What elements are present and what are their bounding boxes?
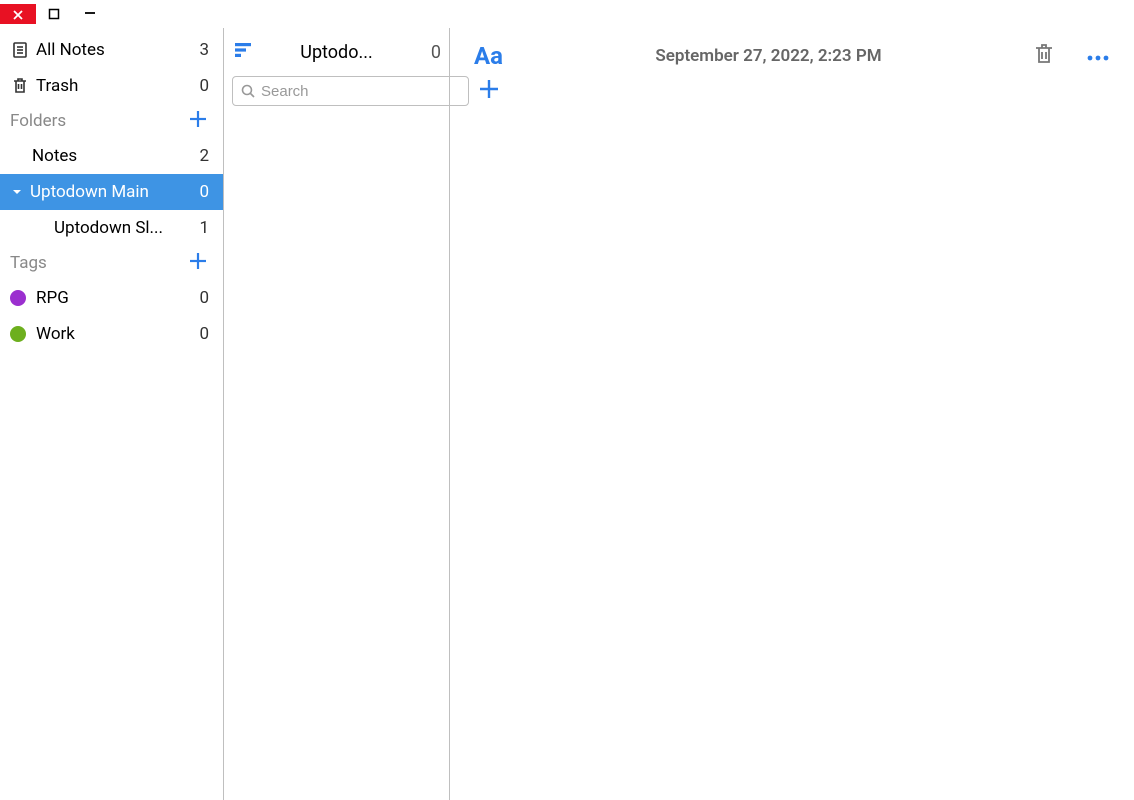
plus-icon bbox=[187, 108, 209, 134]
search-icon bbox=[241, 84, 255, 98]
folder-label: Uptodown Sl... bbox=[54, 218, 199, 238]
window-minimize-button[interactable] bbox=[72, 4, 108, 24]
notes-list-header: Uptodo... 0 bbox=[232, 32, 441, 72]
notes-list-count: 0 bbox=[419, 42, 441, 63]
note-detail-header: Aa September 27, 2022, 2:23 PM bbox=[474, 36, 1110, 76]
trash-icon bbox=[10, 77, 30, 95]
folder-count: 2 bbox=[199, 146, 209, 166]
sidebar-all-notes-label: All Notes bbox=[36, 40, 199, 60]
tags-header: Tags bbox=[0, 246, 223, 280]
window-maximize-button[interactable] bbox=[36, 4, 72, 24]
sidebar-trash[interactable]: Trash 0 bbox=[0, 68, 223, 104]
trash-icon bbox=[1034, 43, 1054, 69]
tag-count: 0 bbox=[199, 324, 209, 344]
maximize-icon bbox=[48, 5, 60, 24]
chevron-down-icon bbox=[8, 186, 26, 198]
tag-label: RPG bbox=[36, 288, 199, 308]
tag-color-dot bbox=[10, 326, 26, 342]
sidebar-tag-work[interactable]: Work 0 bbox=[0, 316, 223, 352]
folder-label: Uptodown Main bbox=[30, 182, 199, 202]
format-button[interactable]: Aa bbox=[474, 42, 503, 70]
more-horizontal-icon bbox=[1086, 47, 1110, 66]
search-box[interactable] bbox=[232, 76, 469, 106]
tags-header-label: Tags bbox=[10, 253, 47, 273]
notes-list-title: Uptodo... bbox=[262, 42, 411, 63]
sidebar-tag-rpg[interactable]: RPG 0 bbox=[0, 280, 223, 316]
tag-color-dot bbox=[10, 290, 26, 306]
sidebar-folder-uptodown-sl[interactable]: Uptodown Sl... 1 bbox=[0, 210, 223, 246]
close-icon bbox=[13, 5, 23, 24]
delete-note-button[interactable] bbox=[1034, 43, 1054, 69]
sidebar-folder-notes[interactable]: Notes 2 bbox=[0, 138, 223, 174]
window-controls bbox=[0, 0, 1134, 28]
sidebar: All Notes 3 Trash 0 Folders Notes 2 bbox=[0, 28, 224, 800]
folders-header-label: Folders bbox=[10, 111, 66, 131]
notes-list-column: Uptodo... 0 bbox=[224, 28, 450, 800]
window-close-button[interactable] bbox=[0, 4, 36, 24]
sidebar-all-notes-count: 3 bbox=[199, 40, 209, 60]
tag-count: 0 bbox=[199, 288, 209, 308]
note-date: September 27, 2022, 2:23 PM bbox=[503, 46, 1034, 66]
sort-button[interactable] bbox=[232, 42, 254, 62]
sidebar-all-notes[interactable]: All Notes 3 bbox=[0, 32, 223, 68]
note-detail: Aa September 27, 2022, 2:23 PM bbox=[450, 28, 1134, 800]
add-tag-button[interactable] bbox=[187, 250, 209, 276]
sidebar-trash-label: Trash bbox=[36, 76, 199, 96]
sort-icon bbox=[234, 42, 252, 62]
folder-label: Notes bbox=[32, 146, 199, 166]
folder-count: 0 bbox=[199, 182, 209, 202]
folder-count: 1 bbox=[199, 218, 209, 238]
minimize-icon bbox=[83, 5, 97, 24]
plus-icon bbox=[187, 250, 209, 276]
sidebar-folder-uptodown-main[interactable]: Uptodown Main 0 bbox=[0, 174, 223, 210]
more-options-button[interactable] bbox=[1086, 47, 1110, 66]
sidebar-trash-count: 0 bbox=[199, 76, 209, 96]
tag-label: Work bbox=[36, 324, 199, 344]
notes-icon bbox=[10, 41, 30, 59]
search-input[interactable] bbox=[261, 83, 460, 100]
folders-header: Folders bbox=[0, 104, 223, 138]
add-folder-button[interactable] bbox=[187, 108, 209, 134]
